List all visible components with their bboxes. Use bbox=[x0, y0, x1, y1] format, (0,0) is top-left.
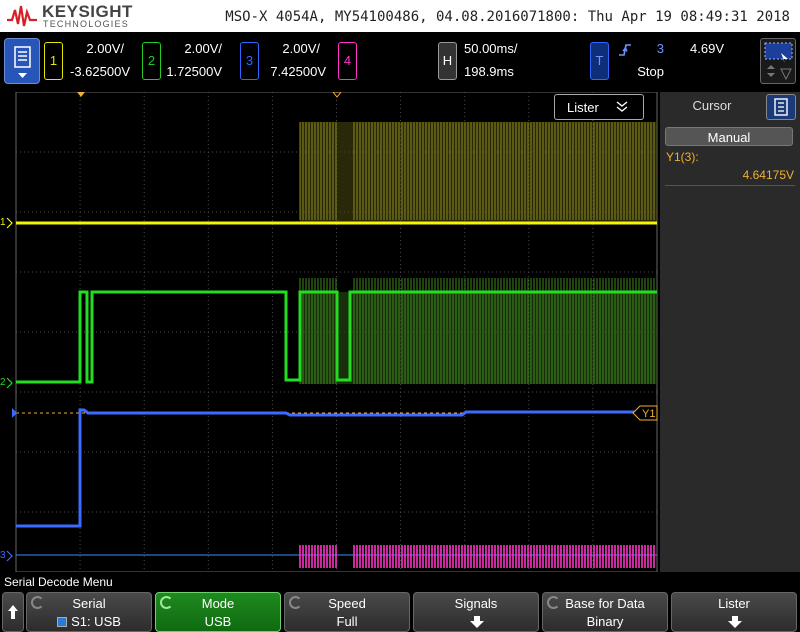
serial-selection: S1: USB bbox=[71, 614, 121, 629]
channel-2-scale: 2.00V/ bbox=[184, 41, 222, 56]
arrow-down-icon bbox=[728, 616, 742, 628]
lister-dropdown[interactable]: Lister bbox=[554, 94, 644, 120]
softkey-speed[interactable]: Speed Full bbox=[284, 592, 410, 632]
softkey-base[interactable]: Base for Data Binary bbox=[542, 592, 668, 632]
cursor-side-panel: Cursor Manual Y1(3): 4.64175V bbox=[660, 92, 800, 572]
trigger-level: 4.69V bbox=[690, 41, 724, 56]
softkey-lister-title: Lister bbox=[718, 596, 750, 611]
channel-3-scale: 2.00V/ bbox=[282, 41, 320, 56]
softkey-lister[interactable]: Lister bbox=[671, 592, 797, 632]
svg-text:3: 3 bbox=[0, 550, 6, 561]
channel-1-badge[interactable]: 1 bbox=[44, 42, 63, 80]
brand-subtitle: TECHNOLOGIES bbox=[43, 19, 129, 29]
cursor-tab-label: Cursor bbox=[692, 98, 732, 113]
trigger-badge[interactable]: T bbox=[590, 42, 609, 80]
divider bbox=[665, 185, 795, 186]
softkey-signals-title: Signals bbox=[454, 596, 498, 611]
instrument-info: MSO-X 4054A, MY54100486, 04.08.201607180… bbox=[225, 9, 790, 25]
lister-label: Lister bbox=[567, 100, 599, 115]
softkey-bar: Serial S1: USB Mode USB Speed Full Signa… bbox=[0, 592, 800, 632]
acquisition-state: Stop bbox=[637, 64, 664, 79]
back-button[interactable] bbox=[2, 592, 24, 632]
arrow-up-icon bbox=[8, 605, 18, 619]
horizontal-badge[interactable]: H bbox=[438, 42, 457, 80]
touch-controls[interactable] bbox=[760, 38, 796, 84]
softkey-serial-title: Serial bbox=[72, 596, 106, 611]
channel-3-offset: 7.42500V bbox=[270, 64, 326, 79]
channel-2-badge[interactable]: 2 bbox=[142, 42, 161, 80]
cursor-y1-value: 4.64175V bbox=[742, 168, 794, 182]
softkey-base-value: Binary bbox=[586, 614, 624, 629]
softkey-mode[interactable]: Mode USB bbox=[155, 592, 281, 632]
softkey-signals[interactable]: Signals bbox=[413, 592, 539, 632]
cursor-y1-label: Y1(3): bbox=[666, 150, 699, 164]
channel-1-scale: 2.00V/ bbox=[86, 41, 124, 56]
softkey-speed-value: Full bbox=[336, 614, 358, 629]
horizontal-delay: 198.9ms bbox=[464, 64, 514, 79]
svg-text:1: 1 bbox=[0, 217, 6, 228]
checkbox-icon bbox=[57, 617, 68, 627]
status-bar: 1 2.00V/ -3.62500V 2 2.00V/ 1.72500V 3 2… bbox=[0, 32, 800, 92]
softkey-speed-title: Speed bbox=[328, 596, 366, 611]
cursor-mode-button[interactable]: Manual bbox=[665, 127, 793, 146]
softkey-serial-value: S1: USB bbox=[27, 614, 151, 629]
rising-edge-icon bbox=[619, 44, 631, 56]
channel-2-offset: 1.72500V bbox=[166, 64, 222, 79]
channel-4-badge[interactable]: 4 bbox=[338, 42, 357, 80]
panel-list-button[interactable] bbox=[766, 94, 796, 120]
softkey-base-title: Base for Data bbox=[565, 596, 645, 611]
list-icon bbox=[774, 98, 788, 116]
svg-text:2: 2 bbox=[0, 377, 6, 388]
trigger-source: 3 bbox=[656, 41, 664, 56]
softkey-serial[interactable]: Serial S1: USB bbox=[26, 592, 152, 632]
channel-1-offset: -3.62500V bbox=[70, 64, 130, 79]
softkey-mode-title: Mode bbox=[201, 596, 235, 611]
channel-3-badge[interactable]: 3 bbox=[240, 42, 259, 80]
menu-title: Serial Decode Menu bbox=[4, 575, 113, 589]
svg-text:Y1: Y1 bbox=[642, 408, 655, 420]
touch-area-icon bbox=[764, 42, 793, 81]
menu-list-icon bbox=[14, 46, 31, 78]
softkey-mode-value: USB bbox=[204, 614, 232, 629]
horizontal-scale: 50.00ms/ bbox=[464, 41, 518, 56]
header-bar: KEYSIGHT TECHNOLOGIES MSO-X 4054A, MY541… bbox=[0, 0, 800, 32]
keysight-wave-icon bbox=[7, 5, 37, 27]
double-chevron-down-icon bbox=[616, 101, 628, 112]
waveform-display[interactable]: 1 2 3 Y1 bbox=[0, 92, 658, 572]
main-menu-button[interactable] bbox=[4, 38, 40, 84]
arrow-down-icon bbox=[470, 616, 484, 628]
keysight-logo: KEYSIGHT TECHNOLOGIES bbox=[6, 2, 136, 30]
